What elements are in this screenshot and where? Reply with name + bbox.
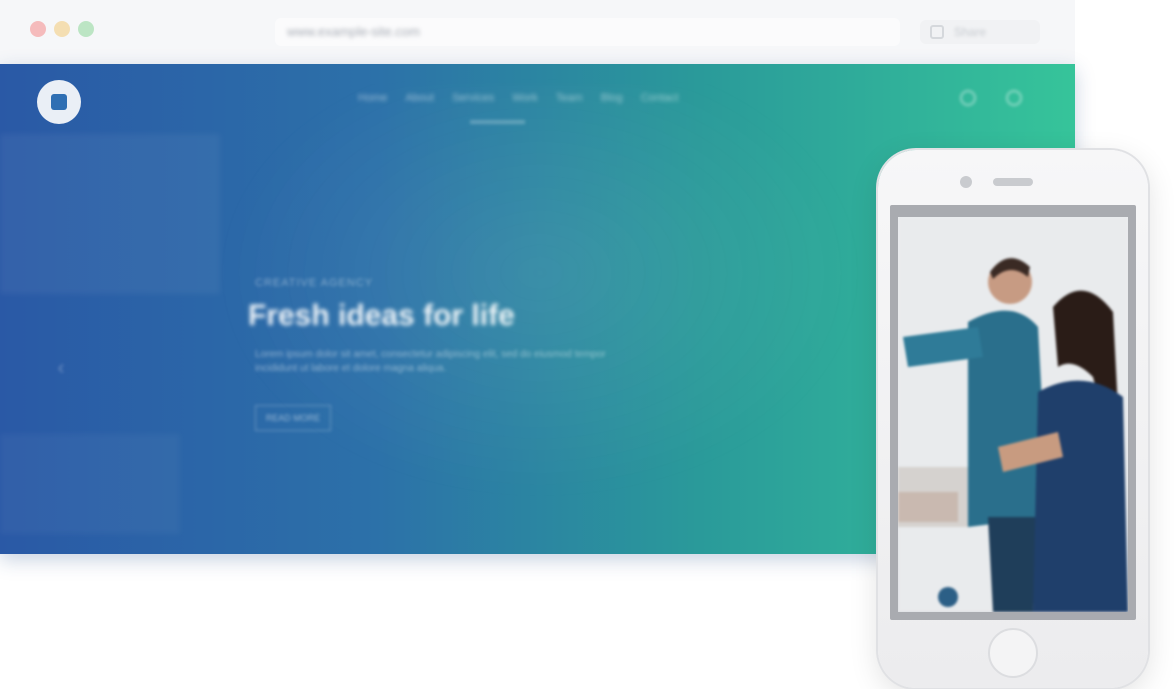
phone-home-button[interactable] xyxy=(988,628,1038,678)
search-icon[interactable] xyxy=(960,90,976,106)
minimize-window-button[interactable] xyxy=(54,21,70,37)
hero-eyebrow: CREATIVE AGENCY xyxy=(255,277,374,289)
nav-item-blog[interactable]: Blog xyxy=(601,92,623,104)
share-button[interactable]: Share xyxy=(920,20,1040,44)
hero-decor-shape xyxy=(0,434,180,534)
phone-screen xyxy=(890,205,1136,620)
menu-icon[interactable] xyxy=(1006,90,1022,106)
maximize-window-button[interactable] xyxy=(78,21,94,37)
hero-description: Lorem ipsum dolor sit amet, consectetur … xyxy=(255,349,606,374)
forward-arrow-icon[interactable] xyxy=(204,22,224,36)
nav-item-work[interactable]: Work xyxy=(512,92,537,104)
hero-title: Fresh ideas for life xyxy=(248,299,515,332)
people-illustration xyxy=(898,217,1128,612)
phone-camera xyxy=(960,176,972,188)
slider-prev-arrow[interactable]: ‹ xyxy=(38,355,84,381)
share-label: Share xyxy=(954,25,987,39)
phone-mockup xyxy=(878,150,1148,688)
nav-underline-bar xyxy=(470,120,525,124)
nav-item-contact[interactable]: Contact xyxy=(641,92,679,104)
nav-item-about[interactable]: About xyxy=(405,92,434,104)
nav-item-home[interactable]: Home xyxy=(358,92,387,104)
close-window-button[interactable] xyxy=(30,21,46,37)
nav-item-team[interactable]: Team xyxy=(556,92,583,104)
hero-decor-shape xyxy=(0,134,220,294)
address-bar[interactable]: www.example-site.com xyxy=(275,18,900,46)
logo-mark xyxy=(51,94,67,110)
header-icons xyxy=(960,90,1022,106)
nav-underline xyxy=(470,120,525,124)
nav-item-services[interactable]: Services xyxy=(452,92,494,104)
window-controls xyxy=(30,21,94,37)
back-arrow-icon[interactable] xyxy=(170,22,190,36)
share-icon xyxy=(930,25,944,39)
phone-screen-photo xyxy=(898,217,1128,612)
browser-toolbar: www.example-site.com Share xyxy=(0,0,1075,65)
url-text: www.example-site.com xyxy=(287,24,420,39)
hero-background-photo xyxy=(210,84,870,504)
read-more-button[interactable]: READ MORE xyxy=(255,405,331,431)
logo-icon[interactable] xyxy=(37,80,81,124)
main-nav: Home About Services Work Team Blog Conta… xyxy=(358,92,679,104)
phone-speaker xyxy=(993,178,1033,186)
browser-nav xyxy=(170,22,224,36)
